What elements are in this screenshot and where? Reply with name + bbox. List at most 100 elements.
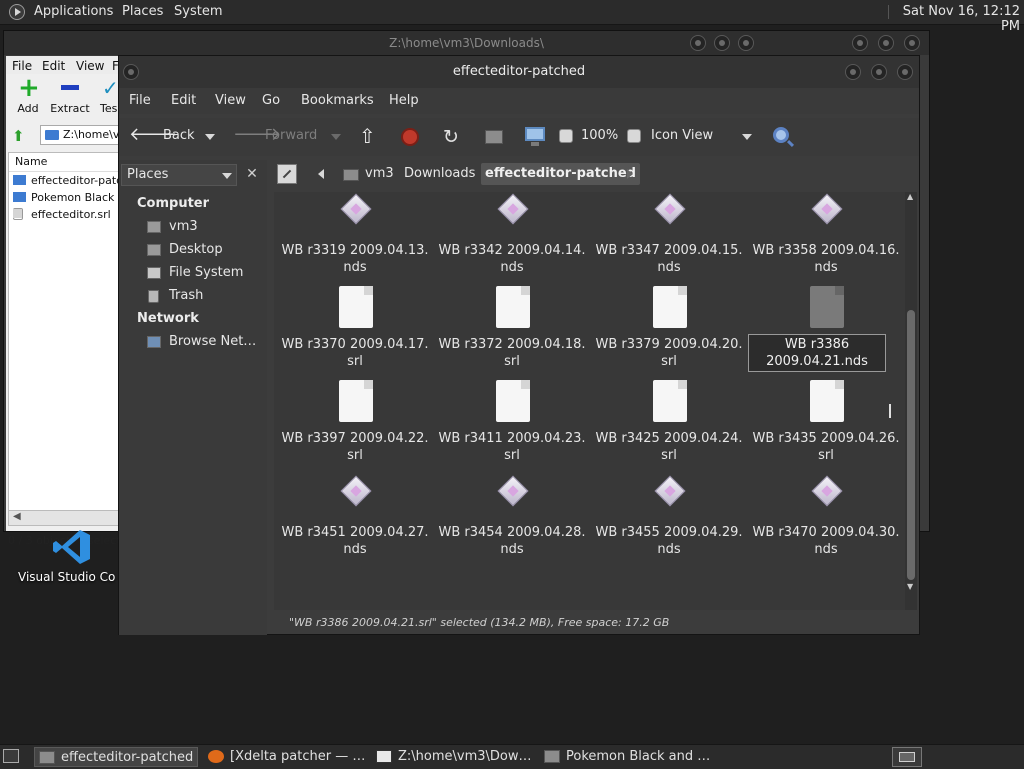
places-menu[interactable]: Places [122, 4, 163, 19]
nds-rom-icon [496, 474, 530, 516]
file-item[interactable]: WB r3411 2009.04.23. srl [434, 380, 590, 472]
crumb-right-arrow-icon[interactable] [627, 169, 633, 179]
file-item[interactable]: WB r3358 2009.04.16. nds [748, 192, 904, 284]
close-side-pane-button[interactable]: ✕ [241, 163, 263, 185]
file-item[interactable]: WB r3425 2009.04.24. srl [591, 380, 747, 472]
crumb-left-arrow-icon[interactable] [318, 169, 324, 179]
window-close-button[interactable] [904, 35, 920, 51]
task-pokemon-folder[interactable]: Pokemon Black and … [540, 747, 720, 767]
file-item[interactable]: WB r3386 2009.04.21.nds [748, 286, 904, 378]
menu-bookmarks[interactable]: Bookmarks [301, 93, 374, 108]
rename-field[interactable]: WB r3386 2009.04.21.nds [748, 334, 886, 372]
zoom-out-icon[interactable] [559, 129, 573, 143]
menu-help[interactable]: Help [389, 93, 419, 108]
zoom-level[interactable]: 100% [581, 128, 618, 143]
file-item[interactable]: WB r3455 2009.04.29. nds [591, 474, 747, 566]
show-desktop-icon[interactable] [3, 749, 19, 763]
taskbar: effecteditor-patched [Xdelta patcher — …… [0, 744, 1024, 769]
back-button[interactable]: Back [163, 128, 195, 143]
breadcrumb-vm3[interactable]: vm3 [361, 163, 398, 185]
scrollbar-thumb[interactable] [907, 310, 915, 580]
file-item[interactable]: WB r3397 2009.04.22. srl [277, 380, 433, 472]
file-item[interactable]: WB r3319 2009.04.13. nds [277, 192, 433, 284]
minimize-button[interactable] [845, 64, 861, 80]
archiver-path-field[interactable]: Z:\home\vm [40, 125, 124, 145]
extract-button[interactable]: Extract [50, 76, 90, 116]
menu-logo-icon[interactable] [9, 4, 25, 20]
scroll-down-icon[interactable]: ▼ [907, 582, 913, 591]
forward-button[interactable]: Forward [265, 128, 317, 143]
archiver-hscrollbar[interactable]: ◀ [8, 510, 122, 526]
edit-location-icon[interactable] [277, 164, 297, 184]
home-icon[interactable] [485, 130, 503, 144]
nds-rom-icon [339, 192, 373, 234]
applications-menu[interactable]: Applications [34, 4, 113, 19]
list-item[interactable]: effecteditor.srl [9, 206, 121, 223]
archiver-menu-view[interactable]: View [76, 59, 104, 73]
system-menu[interactable]: System [174, 4, 222, 19]
computer-icon[interactable] [525, 127, 545, 146]
reload-icon[interactable]: ↻ [443, 126, 459, 148]
breadcrumb-downloads[interactable]: Downloads [400, 163, 479, 185]
document-shape [339, 380, 373, 422]
task-archiver[interactable]: Z:\home\vm3\Dow… [372, 747, 536, 767]
document-shape [496, 286, 530, 328]
view-mode-caret-icon[interactable] [742, 134, 752, 140]
file-item[interactable]: WB r3372 2009.04.18. srl [434, 286, 590, 378]
file-label-line: WB r3425 2009.04.24. [595, 431, 743, 446]
menu-file[interactable]: File [129, 93, 151, 108]
up-icon[interactable]: ⇧ [359, 124, 376, 148]
archiver-menu-file[interactable]: File [12, 59, 32, 73]
task-xdelta-patcher[interactable]: [Xdelta patcher — … [204, 747, 368, 767]
file-label-line: WB r3455 2009.04.29. [595, 525, 743, 540]
menu-edit[interactable]: Edit [171, 93, 196, 108]
task-file-manager[interactable]: effecteditor-patched [34, 747, 198, 767]
file-label: WB r3455 2009.04.29. nds [593, 524, 745, 558]
file-label-line: WB r3358 2009.04.16. [752, 243, 900, 258]
archiver-menu-edit[interactable]: Edit [42, 59, 65, 73]
zoom-in-icon[interactable] [627, 129, 641, 143]
file-item[interactable]: WB r3342 2009.04.14. nds [434, 192, 590, 284]
up-arrow-icon[interactable]: ⬆ [12, 127, 25, 145]
view-mode-select[interactable]: Icon View [651, 128, 713, 143]
file-label-line: srl [347, 448, 363, 463]
search-icon[interactable] [773, 127, 789, 143]
workspace-switcher[interactable] [892, 747, 922, 767]
file-item[interactable]: WB r3470 2009.04.30. nds [748, 474, 904, 566]
document-shape [496, 380, 530, 422]
scroll-up-icon[interactable]: ▲ [907, 192, 913, 201]
window-menu-button[interactable] [123, 64, 139, 80]
menu-view[interactable]: View [215, 93, 246, 108]
archiver-close-button[interactable] [738, 35, 754, 51]
list-item[interactable]: effecteditor-patche [9, 172, 121, 189]
maximize-button[interactable] [871, 64, 887, 80]
file-item[interactable]: WB r3454 2009.04.28. nds [434, 474, 590, 566]
close-button[interactable] [897, 64, 913, 80]
forward-history-caret-icon[interactable] [331, 134, 341, 140]
side-pane-selector[interactable]: Places [121, 164, 237, 186]
scroll-left-icon[interactable]: ◀ [13, 511, 21, 522]
vertical-scrollbar[interactable]: ▲ ▼ [905, 192, 917, 610]
file-item[interactable]: WB r3347 2009.04.15. nds [591, 192, 747, 284]
archiver-minimize-button[interactable] [690, 35, 706, 51]
archiver-title: Z:\home\vm3\Downloads\ [4, 31, 929, 55]
add-button[interactable]: + Add [8, 75, 48, 116]
file-item[interactable]: WB r3379 2009.04.20. srl [591, 286, 747, 378]
window-minimize-button[interactable] [852, 35, 868, 51]
file-item[interactable]: WB r3451 2009.04.27. nds [277, 474, 433, 566]
breadcrumb-effecteditor-patched[interactable]: effecteditor-patched [481, 163, 640, 185]
column-header-name[interactable]: Name [9, 153, 121, 172]
file-label: WB r3347 2009.04.15. nds [593, 242, 745, 276]
stop-icon[interactable] [401, 128, 419, 146]
nds-rom-shape [654, 475, 686, 507]
back-history-caret-icon[interactable] [205, 134, 215, 140]
rename-line: 2009.04.21.nds [766, 354, 868, 369]
file-label: WB r3411 2009.04.23. srl [436, 430, 588, 464]
menu-go[interactable]: Go [262, 93, 280, 108]
file-item[interactable]: WB r3370 2009.04.17. srl [277, 286, 433, 378]
list-item[interactable]: Pokemon Black and [9, 189, 121, 206]
icon-view[interactable]: WB r3470 2009.04.30. nds WB r3455 2009.04.… [274, 192, 906, 610]
file-item[interactable]: WB r3435 2009.04.26. srl [748, 380, 904, 472]
window-maximize-button[interactable] [878, 35, 894, 51]
archiver-maximize-button[interactable] [714, 35, 730, 51]
